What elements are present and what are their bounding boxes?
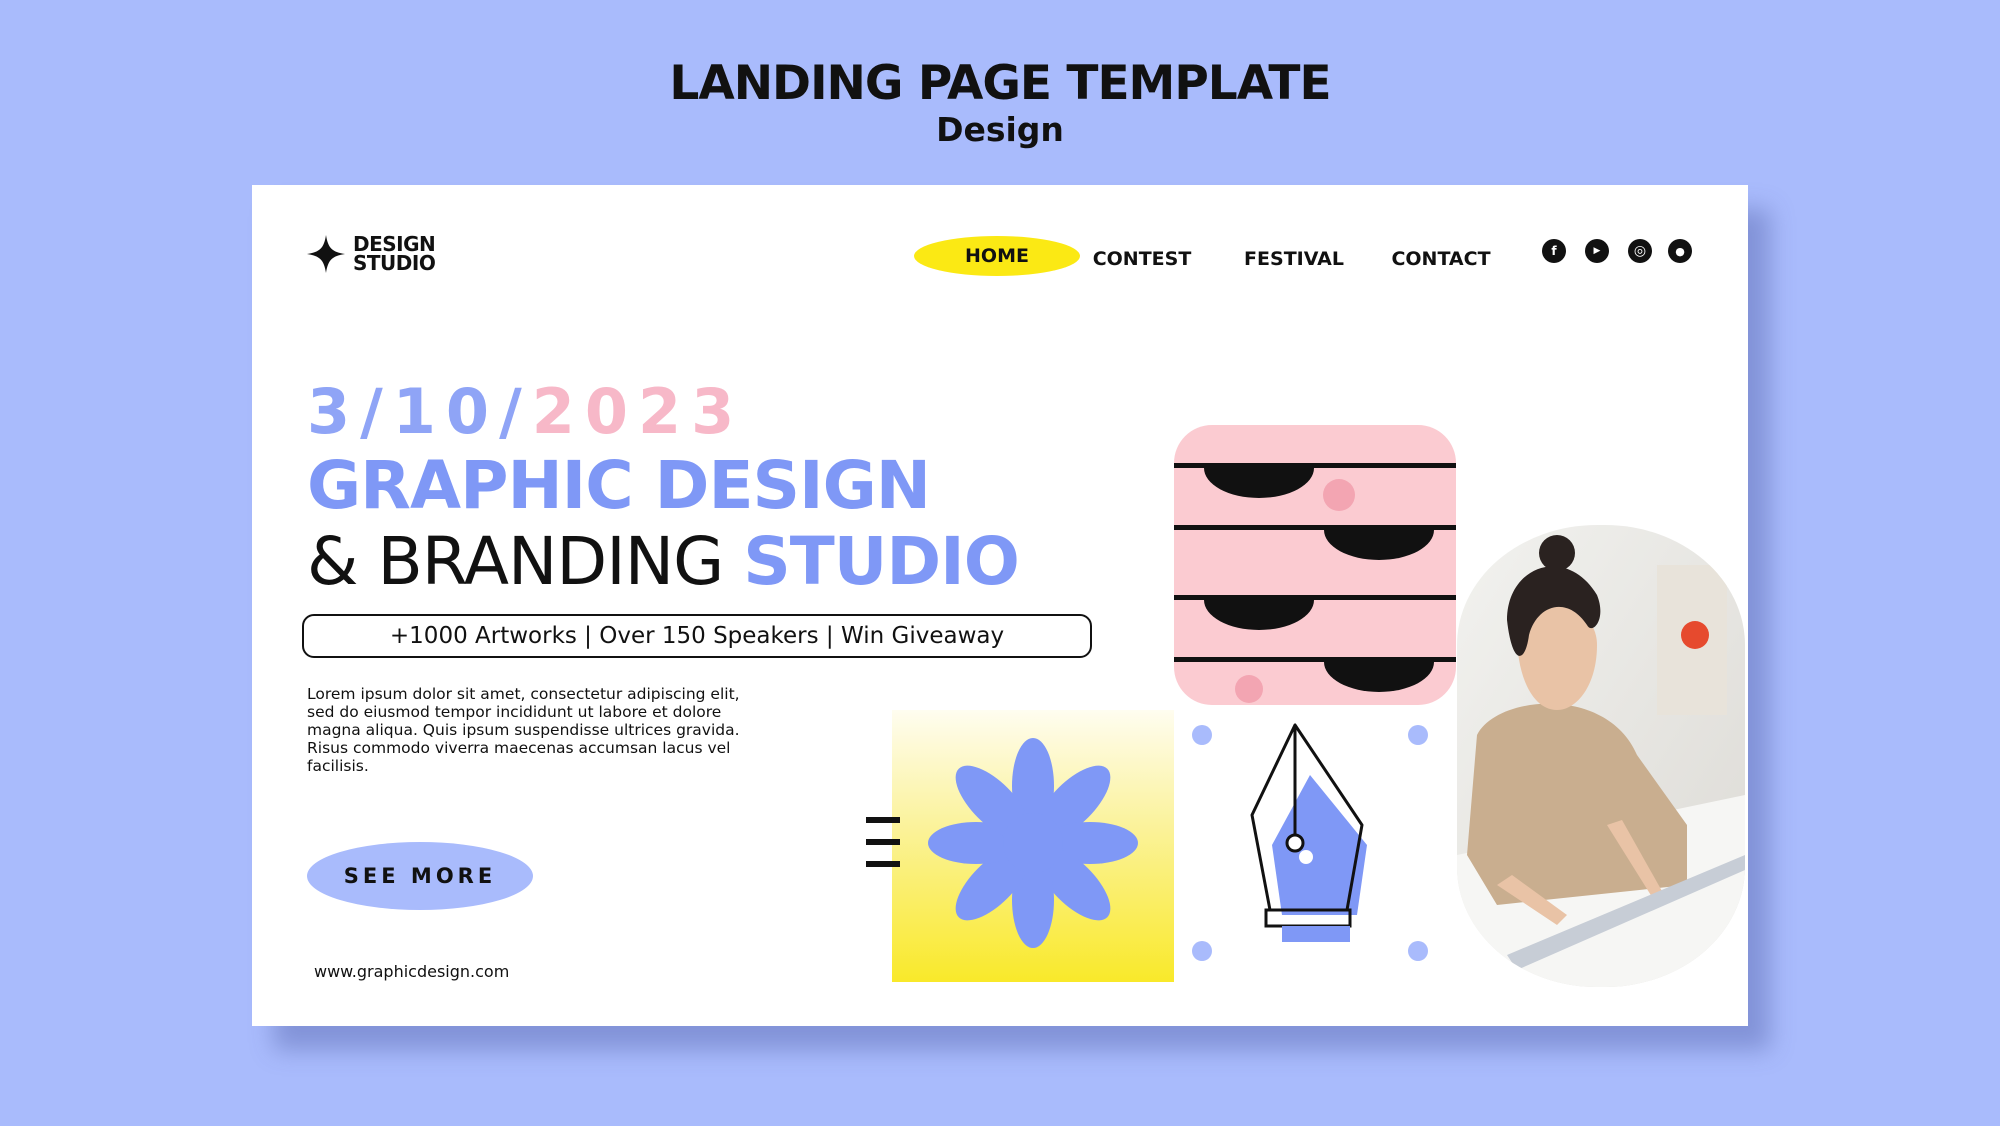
website-link[interactable]: www.graphicdesign.com bbox=[314, 962, 509, 981]
designer-photo bbox=[1457, 525, 1745, 987]
instagram-icon[interactable]: ◎ bbox=[1628, 239, 1652, 263]
date-year: 2023 bbox=[531, 375, 745, 448]
headline-line-1: GRAPHIC DESIGN bbox=[307, 447, 931, 524]
logo-text: DESIGN STUDIO bbox=[353, 234, 436, 275]
user-icon[interactable]: ● bbox=[1668, 239, 1692, 263]
flower-panel bbox=[892, 710, 1174, 982]
flower-icon bbox=[928, 738, 1138, 948]
nav-contact[interactable]: CONTACT bbox=[1380, 239, 1502, 279]
landing-page-card: DESIGN STUDIO HOME CONTEST FESTIVAL CONT… bbox=[252, 185, 1748, 1026]
facebook-icon[interactable]: f bbox=[1542, 239, 1566, 263]
body-paragraph: Lorem ipsum dolor sit amet, consectetur … bbox=[307, 685, 740, 775]
nav-festival[interactable]: FESTIVAL bbox=[1234, 239, 1354, 279]
logo[interactable]: DESIGN STUDIO bbox=[307, 234, 436, 275]
four-point-star-icon bbox=[307, 235, 345, 273]
drawer-illustration bbox=[1174, 425, 1456, 705]
tagline-box: +1000 Artworks | Over 150 Speakers | Win… bbox=[302, 614, 1092, 658]
see-more-button[interactable]: SEE MORE bbox=[307, 842, 533, 910]
headline-accent: STUDIO bbox=[743, 523, 1020, 600]
date-day-month: 3/10/ bbox=[307, 375, 532, 448]
designer-photo-illustration bbox=[1457, 525, 1745, 987]
nav-home[interactable]: HOME bbox=[914, 236, 1080, 276]
menu-lines-icon bbox=[866, 817, 900, 867]
pen-tool-icon bbox=[1192, 723, 1428, 961]
logo-line-2: STUDIO bbox=[353, 251, 436, 275]
template-title: LANDING PAGE TEMPLATE bbox=[669, 56, 1331, 111]
headline-line-2: & BRANDING STUDIO bbox=[307, 523, 1020, 600]
headline-plain: & BRANDING bbox=[307, 523, 744, 600]
template-subtitle: Design bbox=[936, 110, 1064, 149]
event-date: 3/10/2023 bbox=[307, 375, 744, 448]
nav-contest[interactable]: CONTEST bbox=[1082, 239, 1202, 279]
youtube-icon[interactable]: ▶ bbox=[1585, 239, 1609, 263]
